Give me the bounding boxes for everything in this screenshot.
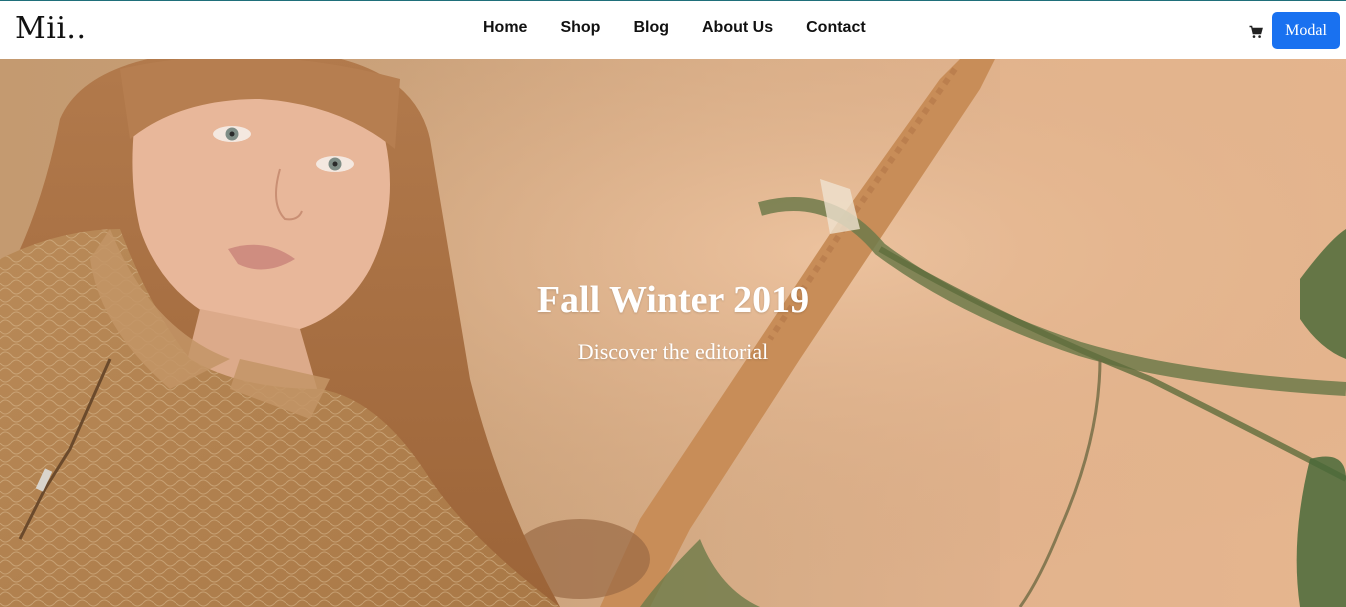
nav-item-contact[interactable]: Contact: [806, 19, 866, 37]
nav-item-shop[interactable]: Shop: [560, 19, 600, 37]
nav-item-about-us[interactable]: About Us: [702, 19, 773, 37]
hero-text: Fall Winter 2019 Discover the editorial: [0, 277, 1346, 365]
shopping-cart-icon[interactable]: [1249, 25, 1263, 39]
navbar: Mii.. Home Shop Blog About Us Contact Mo…: [0, 1, 1346, 59]
modal-button[interactable]: Modal: [1272, 12, 1340, 49]
hero-banner: Fall Winter 2019 Discover the editorial: [0, 59, 1346, 607]
brand-logo[interactable]: Mii..: [15, 11, 86, 46]
hero-subtitle[interactable]: Discover the editorial: [0, 339, 1346, 365]
main-nav: Home Shop Blog About Us Contact: [483, 19, 899, 37]
nav-item-blog[interactable]: Blog: [633, 19, 669, 37]
hero-title: Fall Winter 2019: [536, 279, 810, 321]
nav-item-home[interactable]: Home: [483, 19, 527, 37]
